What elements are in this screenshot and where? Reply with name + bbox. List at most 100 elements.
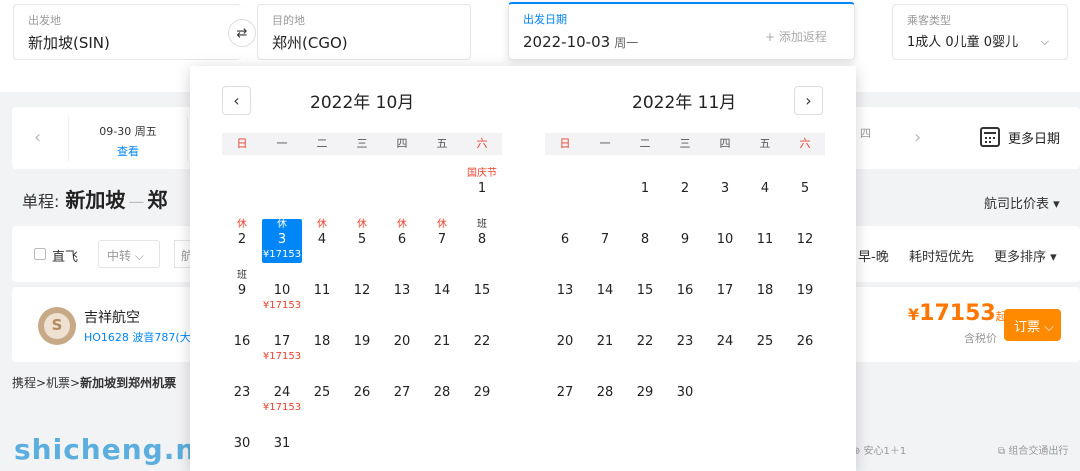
swap-icon[interactable]: ⇄ [228,19,256,47]
calendar-day[interactable]: 23 [665,321,705,365]
calendar-day[interactable]: 25 [302,372,342,416]
airline-compare-button[interactable]: 航司比价表 ▾ [984,193,1060,212]
calendar-day[interactable]: 31 [262,423,302,467]
calendar-day[interactable]: 25 [745,321,785,365]
calendar-day[interactable]: 12 [785,219,825,263]
calendar-day[interactable]: 28 [422,372,462,416]
calendar-day[interactable]: 2 [665,168,705,212]
calendar-day[interactable]: 7 [585,219,625,263]
flight-price: ¥17153起 [908,301,1007,326]
calendar-day[interactable]: 19 [342,321,382,365]
departure-field[interactable]: 出发地 新加坡(SIN) [13,4,241,60]
book-button[interactable]: 订票 ⌵ [1004,309,1061,341]
calendar-day[interactable]: 27 [545,372,585,416]
calendar-day[interactable]: 22 [462,321,502,365]
calendar-day[interactable]: 14 [585,270,625,314]
calendar-day[interactable]: 16 [665,270,705,314]
calendar-day[interactable]: 3 [705,168,745,212]
calendar-day[interactable]: 国庆节 1 [462,168,502,212]
calendar-day[interactable]: 24 ¥17153 [262,372,302,416]
chevron-left-icon[interactable]: ‹ [34,127,41,148]
add-return-button[interactable]: + 添加返程 [765,28,827,45]
date-strip-view-link[interactable]: 查看 [69,143,187,159]
calendar-day[interactable]: 班9 [222,270,262,314]
calendar-day[interactable]: 26 [342,372,382,416]
weekday-label: 日 [559,137,571,150]
calendar-day[interactable]: 20 [545,321,585,365]
calendar-day[interactable]: 15 [462,270,502,314]
calendar-day[interactable]: 班8 [462,219,502,263]
calendar-day[interactable]: 休6 [382,219,422,263]
footer-note-safety[interactable]: ⊕ 安心1＋1 [852,442,906,457]
destination-field[interactable]: 目的地 郑州(CGO) [257,4,471,60]
calendar-day[interactable]: 6 [545,219,585,263]
day-number: 11 [756,232,774,247]
calendar-day[interactable]: 15 [625,270,665,314]
calendar-day[interactable]: 14 [422,270,462,314]
calendar-day[interactable]: 29 [625,372,665,416]
calendar-day[interactable]: 22 [625,321,665,365]
calendar-day[interactable]: 21 [585,321,625,365]
calendar-day[interactable]: 12 [342,270,382,314]
sort-more-options[interactable]: 更多排序 ▾ [994,246,1057,265]
departure-date-field[interactable]: 出发日期 2022-10-03 周一 + 添加返程 [508,2,855,60]
calendar-day[interactable]: 休2 [222,219,262,263]
calendar-day[interactable]: 4 [745,168,785,212]
departure-value[interactable]: 新加坡(SIN) [28,34,227,52]
calendar-day[interactable]: 20 [382,321,422,365]
calendar-day[interactable]: 13 [545,270,585,314]
calendar-day[interactable]: 24 [705,321,745,365]
destination-value[interactable]: 郑州(CGO) [272,34,456,52]
calendar-day[interactable]: 28 [585,372,625,416]
holiday-tag: 班 [237,270,247,281]
calendar-day[interactable]: 26 [785,321,825,365]
calendar-day[interactable]: 1 [625,168,665,212]
calendar-day[interactable]: 16 [222,321,262,365]
more-dates-button[interactable]: 更多日期 [980,127,1060,147]
calendar-day-selected[interactable]: 休 3 ¥17153 [262,219,302,263]
calendar-day[interactable]: 10 ¥17153 [262,270,302,314]
calendar-day[interactable]: 8 [625,219,665,263]
calendar-day[interactable]: 19 [785,270,825,314]
passenger-type-field[interactable]: 乘客类型 1成人 0儿童 0婴儿 ⌵ [892,4,1068,60]
calendar-day[interactable]: 休4 [302,219,342,263]
passenger-type-value[interactable]: 1成人 0儿童 0婴儿 [907,34,1053,52]
nonstop-checkbox[interactable] [34,248,46,260]
calendar-day[interactable]: 27 [382,372,422,416]
holiday-tag: 休 [437,219,447,230]
flight-number[interactable]: HO1628 波音787(大) [84,329,195,345]
calendar-day[interactable]: 30 [222,423,262,467]
calendar-day[interactable]: 23 [222,372,262,416]
tax-included-note: 含税价 [964,332,997,345]
calendar-day[interactable]: 18 [302,321,342,365]
chevron-right-icon[interactable]: › [914,127,921,148]
footer-note-combined[interactable]: ⧉ 组合交通出行 [998,442,1068,457]
calendar-day[interactable]: 10 [705,219,745,263]
calendar-day[interactable]: 休5 [342,219,382,263]
nonstop-label[interactable]: 直飞 [52,246,78,265]
calendar-day[interactable]: 17 ¥17153 [262,321,302,365]
calendar-day[interactable]: 21 [422,321,462,365]
chevron-right-icon[interactable]: › [794,86,823,115]
holiday-tag: 休 [237,219,247,230]
calendar-day[interactable]: 18 [745,270,785,314]
calendar-day[interactable]: 11 [302,270,342,314]
calendar-day[interactable]: 9 [665,219,705,263]
calendar-day[interactable]: 29 [462,372,502,416]
calendar-day[interactable]: 休7 [422,219,462,263]
calendar-day[interactable]: 11 [745,219,785,263]
breadcrumb-path[interactable]: 携程>机票> [12,376,80,390]
chevron-left-icon[interactable]: ‹ [222,86,251,115]
calendar-day[interactable]: 30 [665,372,705,416]
calendar-day[interactable]: 13 [382,270,422,314]
chevron-down-icon[interactable]: ⌵ [1041,35,1049,49]
date-strip-day[interactable]: 09-30 周五 查看 [68,117,188,161]
day-number: 8 [640,232,650,247]
sort-shortest-duration[interactable]: 耗时短优先 [909,246,974,265]
transfer-select[interactable]: 中转 ⌵ [98,240,160,268]
calendar-day[interactable]: 17 [705,270,745,314]
calendar-day[interactable]: 5 [785,168,825,212]
day-number: 7 [600,232,610,247]
sort-early-late[interactable]: 早-晚 [858,246,889,265]
day-number: 6 [560,232,570,247]
